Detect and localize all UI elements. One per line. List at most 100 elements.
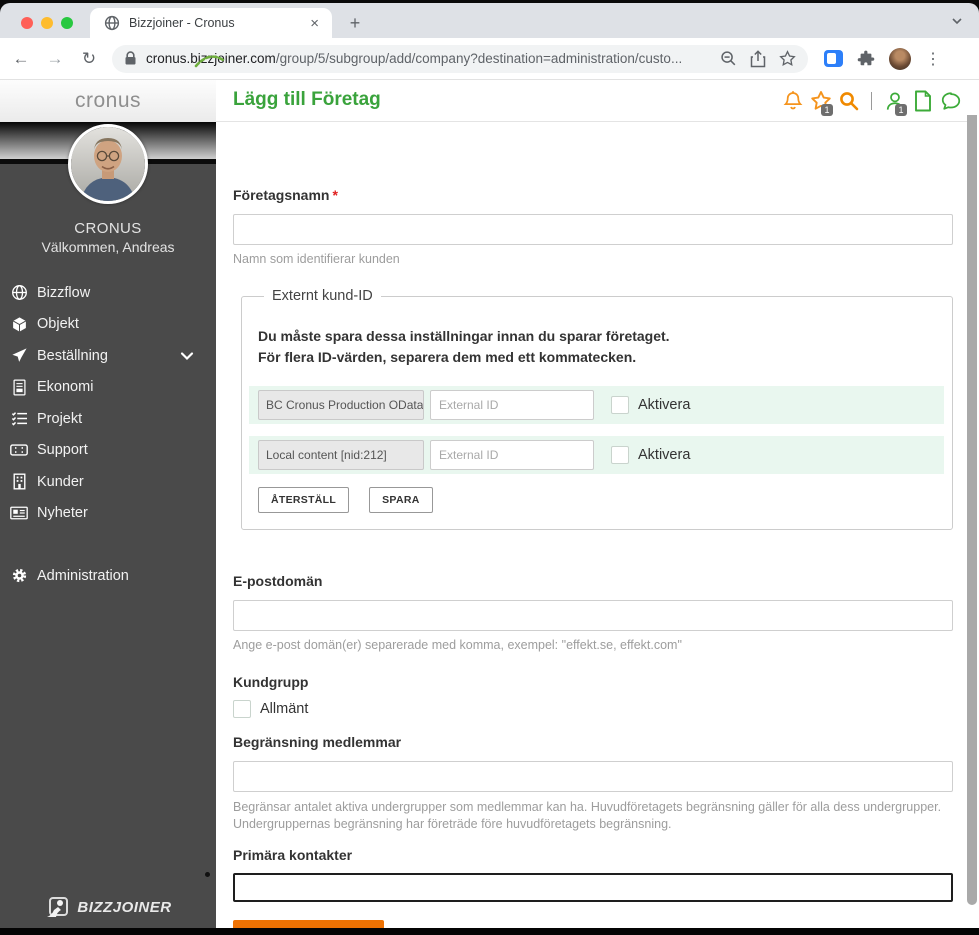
header-divider	[871, 92, 872, 110]
sidebar-item-bestallning[interactable]: Beställning	[0, 340, 216, 372]
sidebar-item-label: Projekt	[37, 411, 82, 427]
bizzjoiner-footer-logo: BIZZJOINER	[0, 894, 216, 920]
zoom-out-icon[interactable]	[720, 50, 737, 67]
document-icon[interactable]	[911, 88, 934, 114]
sidebar-item-bizzflow[interactable]: Bizzflow	[0, 277, 216, 309]
star-badge: 1	[821, 104, 833, 116]
company-name-input[interactable]	[233, 214, 953, 245]
save-button[interactable]: SPARA	[369, 487, 432, 513]
form-content: Företagsnamn* Namn som identifierar kund…	[216, 164, 967, 935]
required-asterisk: *	[332, 187, 337, 203]
customer-group-label: Kundgrupp	[233, 674, 967, 690]
focus-bullet	[205, 872, 210, 877]
browser-menu-icon[interactable]: ⋮	[925, 49, 941, 69]
browser-profile-avatar[interactable]	[889, 48, 911, 70]
bizzjoiner-mark-icon	[44, 894, 70, 920]
sidebar-item-support[interactable]: Support	[0, 435, 216, 467]
share-icon[interactable]	[750, 50, 766, 68]
external-id-buttons: ÅTERSTÄLL SPARA	[258, 487, 944, 513]
sidebar-item-label: Support	[37, 442, 88, 458]
globe-icon	[10, 284, 28, 301]
chevron-down-icon[interactable]	[180, 351, 194, 361]
sidebar-item-label: Ekonomi	[37, 379, 93, 395]
scrollbar-thumb[interactable]	[967, 115, 977, 905]
sidebar-item-label: Bizzflow	[37, 285, 90, 301]
sidebar-item-label: Kunder	[37, 474, 84, 490]
activate-label: Aktivera	[638, 397, 690, 413]
sidebar: cronus CRONUS Välk	[0, 80, 216, 928]
extensions-puzzle-icon[interactable]	[857, 50, 875, 68]
search-icon[interactable]	[837, 88, 860, 114]
star-icon[interactable]: 1	[809, 88, 832, 114]
header-icons: 1 1	[781, 88, 962, 114]
building-icon	[10, 473, 28, 490]
external-id-input[interactable]	[430, 390, 594, 420]
activate-checkbox[interactable]	[611, 446, 629, 464]
reset-button[interactable]: ÅTERSTÄLL	[258, 487, 349, 513]
org-name: CRONUS	[0, 220, 216, 237]
company-name-help: Namn som identifierar kunden	[233, 252, 967, 266]
company-name-label: Företagsnamn*	[233, 187, 967, 203]
email-domain-label: E-postdomän	[233, 573, 967, 589]
window-bottom-edge	[0, 928, 979, 935]
sidebar-body: CRONUS Välkommen, Andreas Bizzflow Objek…	[0, 164, 216, 928]
email-domain-input[interactable]	[233, 600, 953, 631]
extension-icon[interactable]	[824, 50, 843, 67]
user-avatar	[68, 124, 148, 204]
sidebar-item-nyheter[interactable]: Nyheter	[0, 498, 216, 530]
cronus-swoosh-icon	[194, 53, 226, 69]
bizzjoiner-wordmark: BIZZJOINER	[77, 899, 171, 916]
main-panel: Lägg till Företag 1 1	[216, 80, 967, 928]
tab-favicon-globe-icon	[104, 15, 120, 31]
sidebar-item-ekonomi[interactable]: Ekonomi	[0, 372, 216, 404]
minimize-window-button[interactable]	[41, 17, 53, 29]
chat-icon[interactable]	[939, 88, 962, 114]
activate-label: Aktivera	[638, 447, 690, 463]
external-id-note-line2: För flera ID-värden, separera dem med et…	[258, 347, 944, 368]
browser-tab[interactable]: Bizzjoiner - Cronus ×	[90, 8, 332, 38]
page-header: Lägg till Företag 1 1	[216, 80, 967, 122]
url-path: /group/5/subgroup/add/company?destinatio…	[276, 51, 682, 66]
paper-plane-icon	[10, 347, 28, 364]
external-id-input[interactable]	[430, 440, 594, 470]
allmant-label: Allmänt	[260, 701, 308, 717]
sidebar-item-objekt[interactable]: Objekt	[0, 309, 216, 341]
customer-group-option: Allmänt	[233, 700, 967, 718]
bell-icon[interactable]	[781, 88, 804, 114]
sidebar-item-label: Objekt	[37, 316, 79, 332]
browser-toolbar: ← → ↻ cronus.bizzjoiner.com/group/5/subg…	[0, 38, 979, 80]
external-id-note-line1: Du måste spara dessa inställningar innan…	[258, 326, 944, 347]
activate-checkbox[interactable]	[611, 396, 629, 414]
bookmark-star-icon[interactable]	[779, 50, 796, 67]
external-id-row: BC Cronus Production OData V Aktivera	[249, 386, 944, 424]
tab-close-icon[interactable]: ×	[307, 16, 322, 31]
app-window: cronus CRONUS Välk	[0, 80, 979, 928]
allmant-checkbox[interactable]	[233, 700, 251, 718]
sidebar-item-projekt[interactable]: Projekt	[0, 403, 216, 435]
user-icon[interactable]: 1	[883, 88, 906, 114]
external-id-note: Du måste spara dessa inställningar innan…	[258, 326, 944, 368]
external-id-fieldset: Externt kund-ID Du måste spara dessa ins…	[241, 288, 953, 530]
new-tab-button[interactable]: +	[343, 12, 367, 36]
fullscreen-window-button[interactable]	[61, 17, 73, 29]
sidebar-item-label: Nyheter	[37, 505, 88, 521]
user-badge: 1	[895, 104, 907, 116]
browser-tab-strip: Bizzjoiner - Cronus × +	[0, 3, 979, 38]
close-window-button[interactable]	[21, 17, 33, 29]
welcome-text: Välkommen, Andreas	[0, 239, 216, 255]
primary-contacts-input[interactable]	[233, 873, 953, 902]
reload-button[interactable]: ↻	[76, 46, 102, 72]
gear-icon	[10, 567, 28, 584]
sidebar-item-administration[interactable]: Administration	[0, 560, 216, 592]
task-list-icon	[10, 411, 28, 426]
page-title: Lägg till Företag	[233, 89, 381, 111]
tab-search-chevron-icon[interactable]	[951, 15, 963, 27]
member-limit-input[interactable]	[233, 761, 953, 792]
forward-button[interactable]: →	[42, 46, 68, 72]
email-domain-help: Ange e-post domän(er) separerade med kom…	[233, 638, 967, 652]
sidebar-item-kunder[interactable]: Kunder	[0, 466, 216, 498]
lock-icon	[124, 51, 137, 66]
ticket-icon	[10, 443, 28, 457]
back-button[interactable]: ←	[8, 46, 34, 72]
tab-title: Bizzjoiner - Cronus	[129, 16, 307, 30]
